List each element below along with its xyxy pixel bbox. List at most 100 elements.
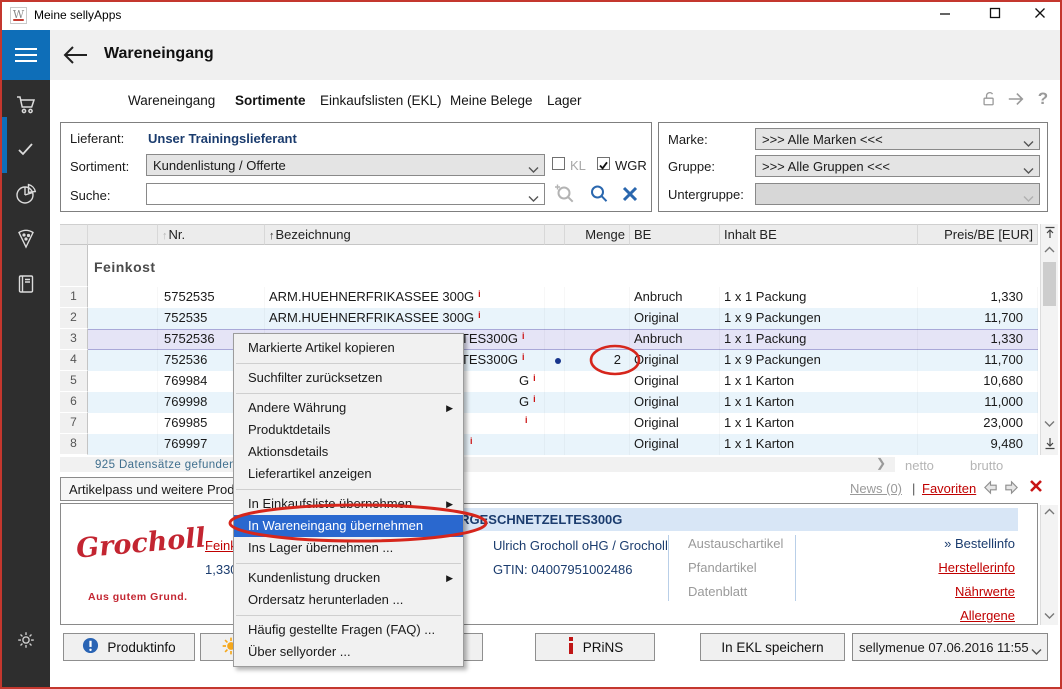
- untergruppe-select: [755, 183, 1040, 205]
- menu-item-kundenlistung-drucken[interactable]: Kundenlistung drucken▶: [234, 567, 463, 589]
- sortiment-select[interactable]: Kundenlistung / Offerte: [146, 154, 545, 176]
- blank-cell: [88, 350, 158, 371]
- share-arrow-icon[interactable]: [1005, 88, 1027, 110]
- panel-scrollbar[interactable]: [1040, 505, 1058, 625]
- menu-separator: [234, 389, 463, 397]
- table-row[interactable]: 4752536ARM.HUEHNERGESCHNETZELTES300Gi2Or…: [60, 350, 1038, 371]
- search-new-icon[interactable]: [553, 182, 577, 211]
- nr-cell: 5752535: [158, 287, 265, 308]
- produktinfo-button[interactable]: Produktinfo: [63, 633, 195, 661]
- tab-lager[interactable]: Lager: [547, 93, 582, 108]
- attribute-austauschartikel: Austauschartikel: [688, 536, 783, 560]
- info-link-herstellerinfo[interactable]: Herstellerinfo: [800, 560, 1015, 584]
- sellymenue-select[interactable]: sellymenue 07.06.2016 11:55: [852, 633, 1048, 661]
- menu-item-in-wareneingang-bernehmen[interactable]: In Wareneingang übernehmen: [234, 515, 463, 537]
- tab-sortimente[interactable]: Sortimente: [235, 93, 306, 108]
- table-row[interactable]: 35752536ARM.HUEHNERGESCHNETZELTES300GiAn…: [60, 329, 1038, 350]
- table-row[interactable]: 7769985iOriginal1 x 1 Karton23,000: [60, 413, 1038, 434]
- scroll-pin-bottom-icon[interactable]: [1041, 437, 1058, 453]
- column-header-preis[interactable]: Preis/BE [EUR]: [918, 224, 1038, 245]
- search-input[interactable]: [146, 183, 545, 205]
- column-header-bez[interactable]: ↑Bezeichnung: [265, 224, 545, 245]
- maximize-button[interactable]: [973, 0, 1017, 30]
- table-scrollbar[interactable]: [1040, 224, 1058, 455]
- gruppe-select[interactable]: >>> Alle Gruppen <<<: [755, 155, 1040, 177]
- info-marker-icon[interactable]: i: [478, 289, 481, 299]
- search-icon[interactable]: [587, 182, 611, 211]
- sidebar-item-pizza[interactable]: [2, 219, 50, 264]
- info-link-bestellinfo[interactable]: » Bestellinfo: [800, 536, 1015, 560]
- info-link-allergene[interactable]: Allergene: [800, 608, 1015, 632]
- kl-checkbox[interactable]: [552, 157, 565, 170]
- prins-button[interactable]: PRiNS: [535, 633, 655, 661]
- close-panel-icon[interactable]: [1028, 478, 1044, 499]
- column-header-menge[interactable]: Menge: [565, 224, 630, 245]
- column-header-be[interactable]: BE: [630, 224, 720, 245]
- menu-item-suchfilter-zur-cksetzen[interactable]: Suchfilter zurücksetzen: [234, 367, 463, 389]
- sidebar-item-book[interactable]: [2, 264, 50, 309]
- marke-select[interactable]: >>> Alle Marken <<<: [755, 128, 1040, 150]
- scrollbar-thumb[interactable]: [1043, 262, 1056, 306]
- sidebar-item-pie-chart[interactable]: [2, 174, 50, 219]
- menu-item-markierte-artikel-kopieren[interactable]: Markierte Artikel kopieren: [234, 337, 463, 359]
- clear-search-icon[interactable]: [620, 184, 640, 209]
- wgr-checkbox[interactable]: [597, 157, 610, 170]
- news-link[interactable]: News (0): [850, 481, 902, 496]
- info-marker-icon[interactable]: i: [525, 415, 528, 425]
- info-marker-icon[interactable]: i: [478, 310, 481, 320]
- info-marker-icon[interactable]: i: [522, 331, 525, 341]
- chevron-down-icon: [1031, 644, 1042, 659]
- close-button[interactable]: [1018, 0, 1062, 30]
- menu-item-lieferartikel-anzeigen[interactable]: Lieferartikel anzeigen: [234, 463, 463, 485]
- tab-meine-belege[interactable]: Meine Belege: [450, 93, 533, 108]
- menu-item-andere-w-hrung[interactable]: Andere Währung▶: [234, 397, 463, 419]
- menu-item-label: Aktionsdetails: [248, 444, 328, 459]
- menu-item-produktdetails[interactable]: Produktdetails: [234, 419, 463, 441]
- lieferant-value: Unser Trainingslieferant: [148, 131, 297, 146]
- lock-icon[interactable]: [978, 88, 1000, 110]
- blank-cell: [88, 434, 158, 455]
- info-marker-icon[interactable]: i: [533, 373, 536, 383]
- scroll-pin-top-icon[interactable]: [1041, 226, 1058, 242]
- back-button[interactable]: [60, 41, 90, 69]
- help-icon[interactable]: ?: [1032, 88, 1054, 110]
- tab-wareneingang[interactable]: Wareneingang: [128, 93, 215, 108]
- menu-item-h-ufig-gestellte-fragen-faq[interactable]: Häufig gestellte Fragen (FAQ) ...: [234, 619, 463, 641]
- netto-toggle[interactable]: netto: [905, 458, 934, 473]
- table-row[interactable]: 8769997iOriginal1 x 1 Karton9,480: [60, 434, 1038, 455]
- info-marker-icon[interactable]: i: [533, 394, 536, 404]
- column-header-inhalt[interactable]: Inhalt BE: [720, 224, 918, 245]
- menu-item-ber-sellyorder[interactable]: Über sellyorder ...: [234, 641, 463, 663]
- menu-item-aktionsdetails[interactable]: Aktionsdetails: [234, 441, 463, 463]
- scroll-up-icon[interactable]: [1041, 246, 1058, 257]
- menu-item-ins-lager-bernehmen[interactable]: Ins Lager übernehmen ...: [234, 537, 463, 559]
- inhalt-cell: 1 x 1 Packung: [720, 329, 918, 350]
- brutto-toggle[interactable]: brutto: [970, 458, 1003, 473]
- info-marker-icon[interactable]: i: [522, 352, 525, 362]
- table-row[interactable]: 2752535ARM.HUEHNERFRIKASSEE 300GiOrigina…: [60, 308, 1038, 329]
- scroll-right-icon[interactable]: ❯: [876, 456, 886, 470]
- scroll-up-icon[interactable]: [1041, 508, 1058, 519]
- minimize-button[interactable]: [923, 0, 967, 30]
- prev-article-icon[interactable]: [982, 479, 999, 501]
- app-icon: W: [10, 7, 27, 24]
- table-row[interactable]: 5769984GiOriginal1 x 1 Karton10,680: [60, 371, 1038, 392]
- menu-item-in-einkaufsliste-bernehmen[interactable]: In Einkaufsliste übernehmen▶: [234, 493, 463, 515]
- hamburger-menu-button[interactable]: [2, 30, 50, 80]
- menu-item-ordersatz-herunterladen[interactable]: Ordersatz herunterladen ...: [234, 589, 463, 611]
- tab-einkaufslisten-ekl-[interactable]: Einkaufslisten (EKL): [320, 93, 442, 108]
- sidebar-item-settings[interactable]: [2, 620, 50, 665]
- table-row[interactable]: 6769998GiOriginal1 x 1 Karton11,000: [60, 392, 1038, 413]
- ekl-speichern-button[interactable]: In EKL speichern: [700, 633, 845, 661]
- next-article-icon[interactable]: [1003, 479, 1020, 501]
- sidebar-item-check[interactable]: [2, 129, 50, 174]
- favoriten-link[interactable]: Favoriten: [922, 481, 976, 496]
- sidebar-item-cart[interactable]: [2, 84, 50, 129]
- info-link-nährwerte[interactable]: Nährwerte: [800, 584, 1015, 608]
- scroll-down-icon[interactable]: [1041, 612, 1058, 623]
- table-row[interactable]: 15752535ARM.HUEHNERFRIKASSEE 300GiAnbruc…: [60, 287, 1038, 308]
- info-marker-icon[interactable]: i: [470, 436, 473, 446]
- gruppe-label: Gruppe:: [668, 159, 715, 174]
- column-header-nr[interactable]: ↑Nr.: [158, 224, 265, 245]
- scroll-down-icon[interactable]: [1041, 420, 1058, 431]
